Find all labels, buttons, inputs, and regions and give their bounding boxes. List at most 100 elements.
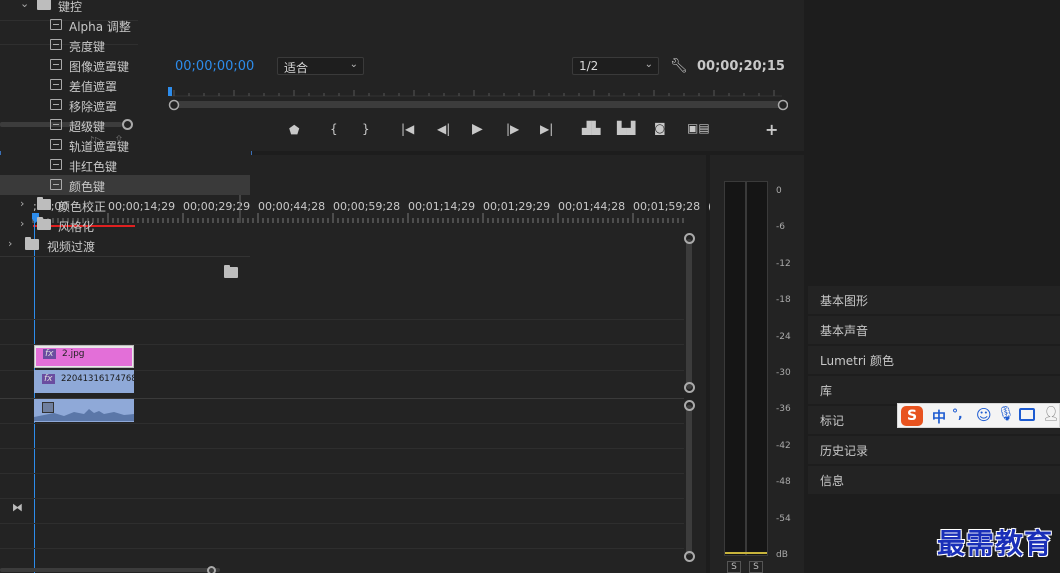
folder-icon xyxy=(25,237,39,250)
folder-label: 风格化 xyxy=(58,220,95,234)
audio-meter-panel: 0 -6 -12 -18 -24 -30 -36 -42 -48 -54 dB S S xyxy=(710,155,804,573)
microphone-icon[interactable]: 🎙︎ xyxy=(997,406,1015,422)
effect-item[interactable]: 亮度键 xyxy=(0,35,250,55)
folder-label: 键控 xyxy=(58,0,83,14)
solo-right-button[interactable]: S xyxy=(749,561,763,573)
side-panel-tab[interactable]: Lumetri 颜色 xyxy=(808,346,1060,374)
user-icon[interactable]: 👤︎ xyxy=(1042,406,1060,422)
db-label: -6 xyxy=(776,222,785,233)
effect-label: 差值遮罩 xyxy=(69,80,118,94)
meter-level xyxy=(725,552,767,554)
mark-out-icon[interactable]: } xyxy=(362,122,370,136)
go-to-in-icon[interactable]: |◀ xyxy=(401,122,414,136)
program-monitor-panel: 00;00;00;00 适合 ⌄ 1/2 ⌄ 🔧︎ 00;00;20;15 ⬟ … xyxy=(156,0,804,151)
resolution-dropdown-value: 1/2 xyxy=(579,59,599,73)
fit-dropdown[interactable]: 适合 ⌄ xyxy=(277,57,364,75)
play-icon[interactable]: ▶ xyxy=(472,121,483,137)
clip-audio[interactable] xyxy=(34,399,134,422)
side-panel-tab[interactable]: 基本图形 xyxy=(808,286,1060,314)
program-ruler[interactable] xyxy=(168,86,788,116)
new-folder-icon[interactable] xyxy=(224,265,238,278)
fx-badge: fx xyxy=(43,349,56,359)
scroll-handle[interactable] xyxy=(684,400,695,411)
effect-preset-icon xyxy=(50,19,62,30)
effect-item[interactable]: 图像遮罩键 xyxy=(0,55,250,75)
side-panel-tab[interactable]: 信息 xyxy=(808,466,1060,494)
solo-left-button[interactable]: S xyxy=(727,561,741,573)
side-panel-tab[interactable]: 历史记录 xyxy=(808,436,1060,464)
folder-color-correction[interactable]: › 颜色校正 xyxy=(0,195,250,215)
folder-icon xyxy=(37,197,51,210)
folder-stylize[interactable]: › 风格化 xyxy=(0,215,250,235)
chevron-right-icon: › xyxy=(20,217,25,230)
meter-left-channel xyxy=(724,181,746,556)
effect-preset-icon xyxy=(50,39,62,50)
clip-video[interactable]: fx 22041316174768 xyxy=(34,370,134,393)
chevron-down-icon: ⌄ xyxy=(349,59,358,70)
side-panel-tab[interactable]: 基本声音 xyxy=(808,316,1060,344)
lift-icon[interactable]: ▟▙ xyxy=(582,121,600,135)
video-track-scrollbar[interactable] xyxy=(686,239,692,389)
duration-timecode: 00;00;20;15 xyxy=(697,59,785,74)
db-label: -42 xyxy=(776,440,791,451)
effect-preset-icon xyxy=(50,99,62,110)
step-back-icon[interactable]: ◀| xyxy=(437,122,450,136)
step-forward-icon[interactable]: |▶ xyxy=(506,122,519,136)
effect-item[interactable]: 超级键 xyxy=(0,115,250,135)
compare-view-icon[interactable]: ▣▤ xyxy=(687,121,710,135)
resolution-dropdown[interactable]: 1/2 ⌄ xyxy=(572,57,659,75)
mark-in-icon[interactable]: { xyxy=(330,122,338,136)
db-label: -24 xyxy=(776,331,791,342)
ime-toolbar: S 中 °, ☺ 🎙︎ 👤︎ xyxy=(897,403,1060,428)
folder-icon xyxy=(37,217,51,230)
folder-keying[interactable]: ⌄ 键控 xyxy=(0,0,250,15)
folder-video-transitions[interactable]: › 视频过渡 xyxy=(0,235,250,255)
effect-item[interactable]: 轨道遮罩键 xyxy=(0,135,250,155)
bowtie-icon[interactable]: ⧓ xyxy=(12,501,23,514)
emoji-icon[interactable]: ☺ xyxy=(976,406,992,424)
sogou-logo[interactable]: S xyxy=(901,406,923,426)
camera-icon[interactable]: ◙ xyxy=(654,121,666,135)
effect-preset-icon xyxy=(50,79,62,90)
track-divider xyxy=(0,448,684,449)
db-label: -54 xyxy=(776,513,791,524)
audio-track-scrollbar[interactable] xyxy=(686,405,692,555)
db-label: -18 xyxy=(776,295,791,306)
effect-item[interactable]: 差值遮罩 xyxy=(0,75,250,95)
add-button-icon[interactable]: + xyxy=(765,120,778,139)
fx-badge: fx xyxy=(42,374,55,384)
horizontal-scrollbar[interactable] xyxy=(0,568,220,572)
track-divider xyxy=(0,498,684,499)
input-mode-toggle[interactable]: 中 xyxy=(932,407,946,427)
chevron-right-icon: › xyxy=(8,237,13,250)
scroll-handle[interactable] xyxy=(684,551,695,562)
add-marker-icon[interactable]: ⬟ xyxy=(289,123,299,137)
db-label: 0 xyxy=(776,186,782,196)
side-panel-tab[interactable]: 库 xyxy=(808,376,1060,404)
playhead-line xyxy=(34,221,35,573)
effect-label: 颜色键 xyxy=(69,180,106,194)
effect-item[interactable]: 移除遮罩 xyxy=(0,95,250,115)
scroll-handle[interactable] xyxy=(684,233,695,244)
watermark: 最需教育 xyxy=(937,527,1054,560)
extract-icon[interactable]: ▙▟ xyxy=(617,121,635,135)
fit-dropdown-value: 适合 xyxy=(284,61,309,75)
scroll-handle[interactable] xyxy=(207,566,216,573)
effect-item[interactable]: Alpha 调整 xyxy=(0,15,250,35)
effect-item[interactable]: 非红色键 xyxy=(0,155,250,175)
effect-item[interactable]: 颜色键 xyxy=(0,175,250,195)
audio-waveform xyxy=(34,409,134,421)
punctuation-toggle[interactable]: °, xyxy=(952,407,963,421)
db-label: -30 xyxy=(776,368,791,378)
go-to-out-icon[interactable]: ▶| xyxy=(540,122,553,136)
scroll-handle[interactable] xyxy=(684,382,695,393)
effect-preset-icon xyxy=(50,159,62,170)
track-divider xyxy=(0,473,684,474)
wrench-icon[interactable]: 🔧︎ xyxy=(670,58,688,74)
effect-label: 轨道遮罩键 xyxy=(69,140,130,154)
effect-label: 移除遮罩 xyxy=(69,100,118,114)
divider xyxy=(0,256,250,257)
clip-image[interactable]: fx 2.jpg xyxy=(34,345,134,368)
meter-right-channel xyxy=(746,181,768,556)
keyboard-icon[interactable] xyxy=(1019,408,1035,421)
